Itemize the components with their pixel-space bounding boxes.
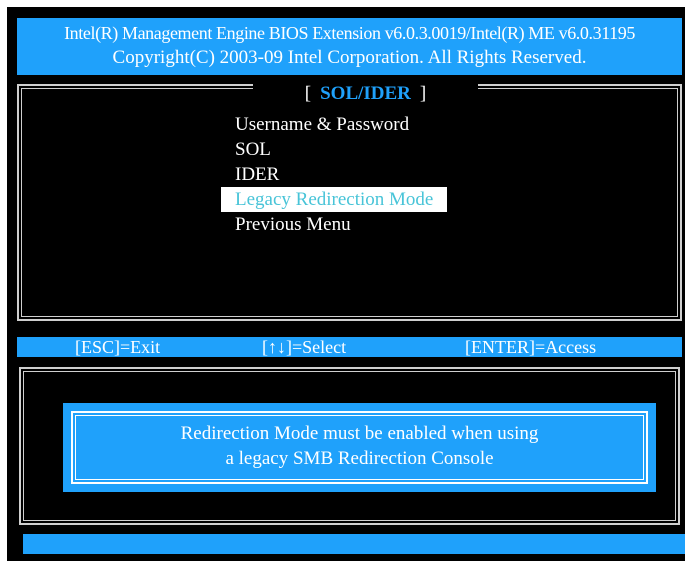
menu-title-text: SOL/IDER	[320, 83, 411, 104]
enter-access-hint: [ENTER]=Access	[465, 337, 597, 357]
menu-item-username-password[interactable]: Username & Password	[221, 112, 447, 137]
message-line-1: Redirection Mode must be enabled when us…	[180, 423, 539, 444]
arrow-select-hint: [↑↓]=Select	[262, 337, 347, 357]
menu-item-previous-menu[interactable]: Previous Menu	[221, 212, 447, 237]
menu-item-sol[interactable]: SOL	[221, 137, 447, 162]
menu-title: [SOL/IDER]	[253, 80, 478, 108]
version-text: Intel(R) Management Engine BIOS Extensio…	[64, 23, 635, 43]
message-line-2: a legacy SMB Redirection Console	[225, 448, 494, 469]
key-help-bar: [ESC]=Exit [↑↓]=Select [ENTER]=Access	[17, 337, 682, 357]
menu-item-legacy-redirection-mode[interactable]: Legacy Redirection Mode	[221, 187, 448, 212]
header-banner: Intel(R) Management Engine BIOS Extensio…	[17, 18, 682, 75]
menu-item-ider[interactable]: IDER	[221, 162, 447, 187]
menu-list: Username & Password SOL IDER Legacy Redi…	[221, 112, 448, 237]
esc-exit-hint: [ESC]=Exit	[75, 337, 161, 357]
title-bracket-close: ]	[419, 83, 427, 104]
message-box: Redirection Mode must be enabled when us…	[63, 403, 656, 492]
footer-bar	[23, 534, 685, 554]
copyright-text: Copyright(C) 2003-09 Intel Corporation. …	[112, 47, 587, 68]
